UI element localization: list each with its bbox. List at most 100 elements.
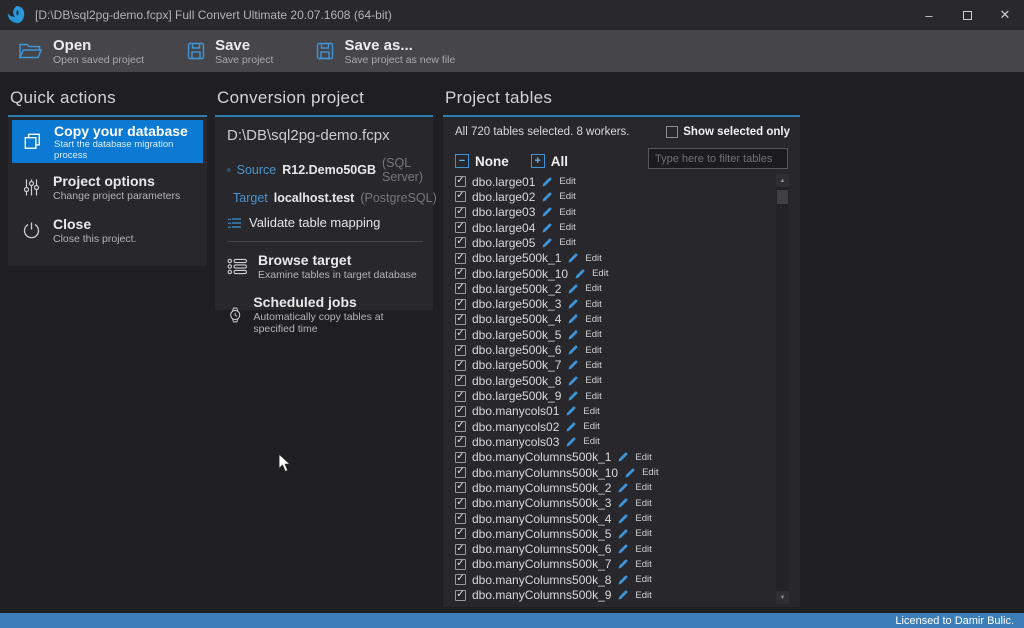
table-checkbox[interactable]: ✓ bbox=[455, 513, 466, 524]
edit-link-label[interactable]: Edit bbox=[592, 268, 608, 279]
scrollbar-track[interactable]: ▲ ▼ bbox=[776, 174, 789, 604]
edit-link-label[interactable]: Edit bbox=[559, 207, 575, 218]
table-checkbox[interactable]: ✓ bbox=[455, 176, 466, 187]
edit-pencil-icon[interactable] bbox=[541, 191, 553, 203]
table-checkbox[interactable]: ✓ bbox=[455, 482, 466, 493]
table-checkbox[interactable]: ✓ bbox=[455, 375, 466, 386]
edit-pencil-icon[interactable] bbox=[567, 344, 579, 356]
table-checkbox[interactable]: ✓ bbox=[455, 299, 466, 310]
copy-database-button[interactable]: Copy your database Start the database mi… bbox=[12, 120, 203, 163]
table-checkbox[interactable]: ✓ bbox=[455, 544, 466, 555]
edit-pencil-icon[interactable] bbox=[541, 206, 553, 218]
validate-table-mapping-button[interactable]: Validate table mapping bbox=[227, 215, 423, 230]
filter-tables-input[interactable] bbox=[648, 148, 788, 169]
edit-link-label[interactable]: Edit bbox=[583, 421, 599, 432]
scrollbar-up-icon[interactable]: ▲ bbox=[776, 174, 789, 187]
project-options-button[interactable]: Project options Change project parameter… bbox=[12, 163, 203, 206]
maximize-icon[interactable] bbox=[948, 0, 986, 30]
edit-pencil-icon[interactable] bbox=[567, 313, 579, 325]
edit-link-label[interactable]: Edit bbox=[635, 513, 651, 524]
select-none-button[interactable]: − None bbox=[455, 154, 509, 169]
table-checkbox[interactable]: ✓ bbox=[455, 498, 466, 509]
table-checkbox[interactable]: ✓ bbox=[455, 421, 466, 432]
source-row[interactable]: Source R12.Demo50GB (SQL Server) bbox=[227, 156, 423, 184]
table-checkbox[interactable]: ✓ bbox=[455, 452, 466, 463]
edit-link-label[interactable]: Edit bbox=[635, 559, 651, 570]
scrollbar-down-icon[interactable]: ▼ bbox=[776, 591, 789, 604]
edit-link-label[interactable]: Edit bbox=[642, 467, 658, 478]
table-checkbox[interactable]: ✓ bbox=[455, 436, 466, 447]
edit-pencil-icon[interactable] bbox=[617, 574, 629, 586]
save-as-button[interactable]: Save as... Save project as new file bbox=[309, 35, 461, 68]
table-checkbox[interactable]: ✓ bbox=[455, 345, 466, 356]
edit-link-label[interactable]: Edit bbox=[559, 222, 575, 233]
edit-pencil-icon[interactable] bbox=[624, 467, 636, 479]
edit-pencil-icon[interactable] bbox=[541, 237, 553, 249]
edit-pencil-icon[interactable] bbox=[565, 436, 577, 448]
edit-link-label[interactable]: Edit bbox=[585, 360, 601, 371]
table-checkbox[interactable]: ✓ bbox=[455, 574, 466, 585]
edit-pencil-icon[interactable] bbox=[567, 283, 579, 295]
table-checkbox[interactable]: ✓ bbox=[455, 268, 466, 279]
target-row[interactable]: Target localhost.test (PostgreSQL) bbox=[227, 191, 423, 205]
edit-link-label[interactable]: Edit bbox=[635, 482, 651, 493]
edit-link-label[interactable]: Edit bbox=[583, 406, 599, 417]
edit-pencil-icon[interactable] bbox=[567, 375, 579, 387]
edit-pencil-icon[interactable] bbox=[617, 451, 629, 463]
edit-pencil-icon[interactable] bbox=[617, 528, 629, 540]
close-project-button[interactable]: Close Close this project. bbox=[12, 206, 203, 249]
open-button[interactable]: Open Open saved project bbox=[12, 35, 150, 68]
close-icon[interactable]: ✕ bbox=[986, 0, 1024, 30]
table-checkbox[interactable]: ✓ bbox=[455, 253, 466, 264]
edit-pencil-icon[interactable] bbox=[541, 222, 553, 234]
edit-link-label[interactable]: Edit bbox=[585, 299, 601, 310]
table-checkbox[interactable]: ✓ bbox=[455, 467, 466, 478]
table-checkbox[interactable]: ✓ bbox=[455, 528, 466, 539]
edit-pencil-icon[interactable] bbox=[617, 543, 629, 555]
table-checkbox[interactable]: ✓ bbox=[455, 391, 466, 402]
edit-link-label[interactable]: Edit bbox=[585, 253, 601, 264]
edit-link-label[interactable]: Edit bbox=[585, 391, 601, 402]
edit-link-label[interactable]: Edit bbox=[585, 345, 601, 356]
edit-link-label[interactable]: Edit bbox=[559, 176, 575, 187]
edit-pencil-icon[interactable] bbox=[617, 558, 629, 570]
scheduled-jobs-button[interactable]: Scheduled jobs Automatically copy tables… bbox=[227, 294, 423, 335]
table-checkbox[interactable]: ✓ bbox=[455, 283, 466, 294]
table-checkbox[interactable]: ✓ bbox=[455, 406, 466, 417]
minimize-icon[interactable]: – bbox=[910, 0, 948, 30]
edit-pencil-icon[interactable] bbox=[567, 359, 579, 371]
edit-pencil-icon[interactable] bbox=[617, 482, 629, 494]
edit-link-label[interactable]: Edit bbox=[635, 452, 651, 463]
table-checkbox[interactable]: ✓ bbox=[455, 314, 466, 325]
select-all-button[interactable]: + All bbox=[531, 154, 568, 169]
save-button[interactable]: Save Save project bbox=[180, 35, 279, 68]
table-checkbox[interactable]: ✓ bbox=[455, 207, 466, 218]
edit-link-label[interactable]: Edit bbox=[635, 590, 651, 601]
browse-target-button[interactable]: Browse target Examine tables in target d… bbox=[227, 252, 423, 281]
edit-link-label[interactable]: Edit bbox=[585, 375, 601, 386]
edit-link-label[interactable]: Edit bbox=[559, 237, 575, 248]
edit-pencil-icon[interactable] bbox=[617, 513, 629, 525]
edit-link-label[interactable]: Edit bbox=[635, 528, 651, 539]
table-checkbox[interactable]: ✓ bbox=[455, 329, 466, 340]
edit-pencil-icon[interactable] bbox=[617, 589, 629, 601]
scrollbar-thumb[interactable] bbox=[777, 190, 788, 204]
table-checkbox[interactable]: ✓ bbox=[455, 590, 466, 601]
edit-pencil-icon[interactable] bbox=[541, 176, 553, 188]
edit-link-label[interactable]: Edit bbox=[585, 283, 601, 294]
edit-link-label[interactable]: Edit bbox=[635, 544, 651, 555]
edit-link-label[interactable]: Edit bbox=[559, 191, 575, 202]
edit-pencil-icon[interactable] bbox=[567, 252, 579, 264]
table-checkbox[interactable]: ✓ bbox=[455, 360, 466, 371]
edit-pencil-icon[interactable] bbox=[567, 329, 579, 341]
table-checkbox[interactable]: ✓ bbox=[455, 222, 466, 233]
edit-pencil-icon[interactable] bbox=[565, 405, 577, 417]
edit-link-label[interactable]: Edit bbox=[635, 498, 651, 509]
edit-link-label[interactable]: Edit bbox=[583, 436, 599, 447]
edit-link-label[interactable]: Edit bbox=[635, 574, 651, 585]
table-checkbox[interactable]: ✓ bbox=[455, 559, 466, 570]
edit-pencil-icon[interactable] bbox=[617, 497, 629, 509]
show-selected-checkbox[interactable]: Show selected only bbox=[666, 126, 790, 138]
edit-pencil-icon[interactable] bbox=[567, 298, 579, 310]
table-checkbox[interactable]: ✓ bbox=[455, 237, 466, 248]
